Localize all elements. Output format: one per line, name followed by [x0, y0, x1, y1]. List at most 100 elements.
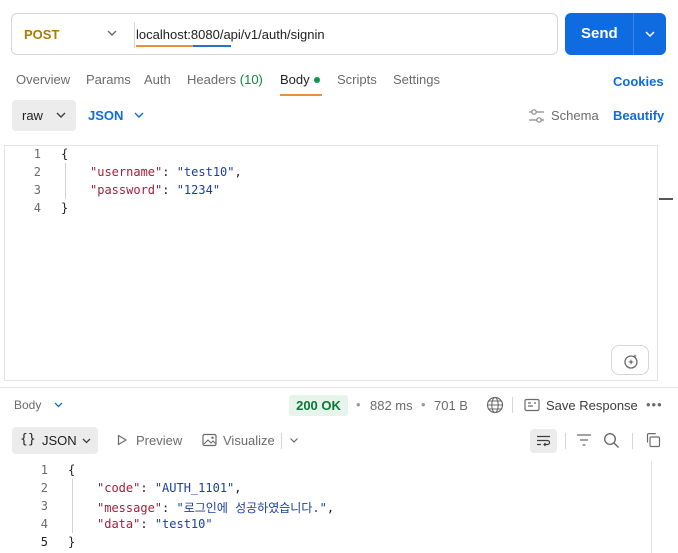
- tab-body[interactable]: Body: [280, 72, 320, 87]
- filter-icon[interactable]: [576, 433, 592, 447]
- tab-headers-label: Headers: [187, 72, 237, 87]
- json-comma: ,: [326, 501, 335, 515]
- beautify-button[interactable]: Beautify: [613, 108, 664, 123]
- chevron-down-icon[interactable]: [288, 434, 300, 446]
- line-number: 3: [40, 499, 48, 513]
- wrap-lines-icon: [537, 435, 551, 447]
- json-key: "message": [97, 501, 163, 515]
- request-body-editor[interactable]: [4, 145, 675, 381]
- json-key: "data": [97, 517, 141, 531]
- json-value: "로그인에 성공하였습니다.": [176, 501, 327, 515]
- body-mode-label: raw: [22, 108, 43, 123]
- send-button[interactable]: Send: [565, 13, 666, 55]
- url-input[interactable]: localhost:8080/api/v1/auth/signin: [136, 27, 325, 42]
- cookies-link[interactable]: Cookies: [613, 74, 664, 89]
- preview-tab[interactable]: Preview: [136, 433, 182, 448]
- indent-guide: [65, 163, 66, 199]
- tab-scripts[interactable]: Scripts: [337, 72, 377, 87]
- json-key: "password": [90, 183, 163, 197]
- braces-icon: {}: [20, 432, 36, 447]
- tab-settings[interactable]: Settings: [393, 72, 440, 87]
- json-line: "username": "test10",: [90, 165, 242, 179]
- body-indicator-dot: [313, 76, 320, 83]
- send-button-label: Send: [581, 25, 618, 42]
- tab-auth[interactable]: Auth: [144, 72, 171, 87]
- json-open-brace: {: [61, 147, 69, 161]
- chevron-down-icon: [56, 112, 66, 118]
- json-key: "code": [97, 481, 141, 495]
- sliders-icon[interactable]: [528, 108, 545, 124]
- chevron-down-icon[interactable]: [643, 27, 657, 41]
- json-line: "code": "AUTH_1101",: [97, 481, 242, 495]
- json-line: "data": "test10": [97, 517, 213, 531]
- response-body-select[interactable]: Body: [14, 398, 41, 412]
- response-format-label: JSON: [42, 433, 77, 448]
- chevron-down-icon[interactable]: [132, 108, 146, 122]
- separator-dot: •: [421, 397, 426, 412]
- wrap-lines-button[interactable]: [530, 429, 557, 453]
- scroll-position-marker: [659, 198, 673, 200]
- chevron-down-icon[interactable]: [105, 26, 119, 40]
- url-bar: POST localhost:8080/api/v1/auth/signin: [11, 13, 558, 55]
- tab-params[interactable]: Params: [86, 72, 131, 87]
- body-format-select[interactable]: JSON: [88, 108, 123, 123]
- response-scrollbar[interactable]: [651, 461, 652, 553]
- send-divider: [633, 13, 634, 55]
- image-icon[interactable]: [202, 433, 217, 447]
- line-number: 5: [40, 535, 48, 549]
- toolbar-divider: [281, 433, 282, 449]
- url-variable-underline: [136, 45, 231, 47]
- tab-overview[interactable]: Overview: [16, 72, 70, 87]
- sparkle-icon: [624, 354, 638, 369]
- http-method-select[interactable]: POST: [24, 27, 59, 42]
- tab-body-label: Body: [280, 72, 310, 87]
- toolbar-divider: [512, 397, 513, 413]
- response-divider: [0, 387, 678, 388]
- response-time[interactable]: 882 ms: [370, 398, 413, 413]
- line-number: 1: [40, 463, 48, 477]
- save-response-icon[interactable]: [524, 398, 540, 412]
- json-open-brace: {: [68, 463, 76, 477]
- json-comma: ,: [234, 481, 242, 495]
- json-value: "test10": [154, 517, 213, 531]
- line-number: 4: [40, 517, 48, 531]
- toolbar-divider: [632, 433, 633, 449]
- more-options-icon[interactable]: •••: [646, 397, 663, 412]
- save-response-button[interactable]: Save Response: [546, 398, 638, 413]
- tab-headers[interactable]: Headers (10): [187, 72, 263, 87]
- ai-assist-button[interactable]: [611, 345, 649, 375]
- line-number: 3: [33, 183, 41, 197]
- json-value: "1234": [176, 183, 221, 197]
- play-icon[interactable]: [116, 434, 128, 446]
- copy-icon[interactable]: [645, 432, 661, 448]
- response-size[interactable]: 701 B: [434, 398, 468, 413]
- line-number: 4: [33, 201, 41, 215]
- editor-scrollbar[interactable]: [657, 145, 675, 381]
- search-icon[interactable]: [603, 432, 620, 449]
- response-format-select[interactable]: {} JSON: [12, 427, 98, 454]
- visualize-tab[interactable]: Visualize: [223, 433, 275, 448]
- schema-button[interactable]: Schema: [551, 108, 599, 123]
- separator-dot: •: [356, 397, 361, 412]
- json-key: "username": [90, 165, 163, 179]
- chevron-down-icon[interactable]: [52, 398, 65, 411]
- status-badge[interactable]: 200 OK: [289, 395, 348, 416]
- active-tab-underline: [280, 94, 322, 96]
- json-comma: ,: [234, 165, 242, 179]
- line-number: 2: [40, 481, 48, 495]
- url-divider: [134, 22, 135, 48]
- line-number: 1: [33, 147, 41, 161]
- globe-icon[interactable]: [486, 396, 504, 414]
- body-mode-select[interactable]: raw: [12, 100, 76, 131]
- json-close-brace: }: [61, 201, 69, 215]
- json-line: "message": "로그인에 성공하였습니다.",: [97, 501, 335, 515]
- json-close-brace: }: [68, 535, 76, 549]
- json-value: "AUTH_1101": [154, 481, 235, 495]
- indent-guide: [72, 479, 73, 533]
- line-number: 2: [33, 165, 41, 179]
- headers-count-badge: (10): [239, 72, 263, 87]
- json-value: "test10": [176, 165, 235, 179]
- json-line: "password": "1234": [90, 183, 221, 197]
- toolbar-divider: [565, 433, 566, 449]
- chevron-down-icon: [82, 438, 91, 444]
